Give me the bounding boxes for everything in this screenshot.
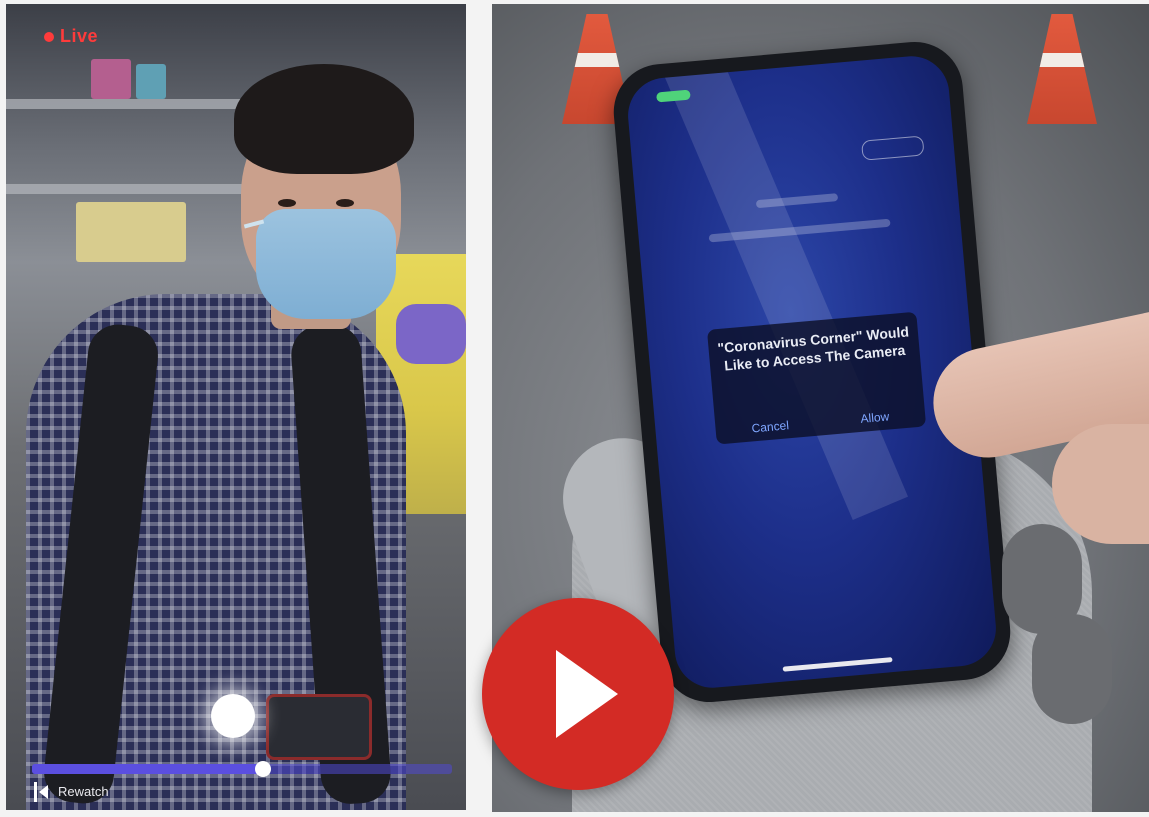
glove-finger bbox=[1032, 614, 1112, 724]
camera-permission-alert: "Coronavirus Corner" Would Like to Acces… bbox=[706, 311, 927, 445]
shelf-product bbox=[136, 64, 166, 99]
video-bottom-label: Rewatch bbox=[58, 784, 109, 799]
face-mask bbox=[256, 209, 396, 319]
phone-in-pocket bbox=[266, 694, 372, 760]
alert-title: "Coronavirus Corner" Would Like to Acces… bbox=[716, 323, 910, 374]
skip-back-icon[interactable] bbox=[34, 782, 51, 802]
store-shelf bbox=[6, 184, 246, 194]
video-panel-left[interactable]: Live Rewatch bbox=[6, 4, 466, 810]
alert-allow-button: Allow bbox=[859, 409, 890, 426]
live-label: Live bbox=[60, 26, 99, 46]
play-icon bbox=[556, 650, 618, 738]
home-indicator bbox=[782, 657, 893, 672]
video-progress-handle[interactable] bbox=[255, 761, 271, 777]
video-progress-bar[interactable] bbox=[32, 761, 452, 777]
light-flare bbox=[211, 694, 255, 738]
alert-actions: Cancel Allow bbox=[715, 406, 925, 438]
shelf-product bbox=[76, 202, 186, 262]
purple-display-item bbox=[396, 304, 466, 364]
person-eye bbox=[336, 199, 354, 207]
live-dot-icon bbox=[44, 31, 54, 42]
person-hair bbox=[234, 64, 414, 174]
screen-glare bbox=[657, 53, 909, 521]
shelf-product bbox=[91, 59, 131, 99]
live-badge: Live bbox=[44, 26, 98, 47]
person-eye bbox=[278, 199, 296, 207]
video-progress-fill bbox=[32, 764, 263, 774]
alert-cancel-button: Cancel bbox=[751, 418, 790, 436]
screen-top-button bbox=[861, 135, 925, 161]
play-button[interactable] bbox=[482, 598, 674, 790]
store-shelf bbox=[6, 99, 266, 109]
